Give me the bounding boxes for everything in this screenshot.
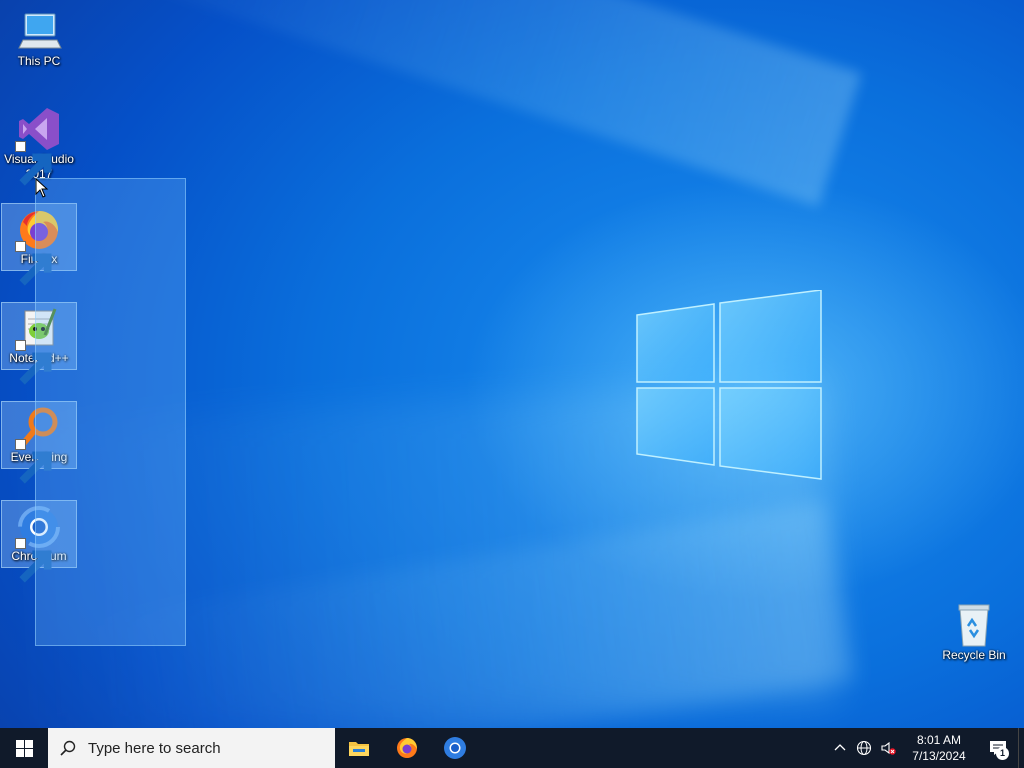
chromium-icon bbox=[444, 737, 466, 759]
taskbar: 8:01 AM 7/13/2024 1 bbox=[0, 728, 1024, 768]
action-center-button[interactable]: 1 bbox=[978, 728, 1018, 768]
desktop-background[interactable]: This PC Visual Studio 2017 Firefox Notep… bbox=[0, 0, 1024, 728]
taskbar-app-firefox[interactable] bbox=[383, 728, 431, 768]
tray-network[interactable] bbox=[852, 728, 876, 768]
windows-logo-wallpaper bbox=[636, 290, 822, 480]
light-beam bbox=[75, 501, 855, 728]
show-desktop-button[interactable] bbox=[1018, 728, 1024, 768]
desktop-icon-label: Recycle Bin bbox=[942, 648, 1006, 662]
taskbar-search-box[interactable] bbox=[48, 728, 335, 768]
desktop-icon-label: This PC bbox=[17, 54, 61, 68]
recycle-bin-icon bbox=[950, 602, 998, 648]
chevron-up-icon bbox=[834, 744, 846, 751]
clock-date: 7/13/2024 bbox=[912, 749, 966, 763]
file-explorer-icon bbox=[349, 742, 369, 756]
volume-muted-icon bbox=[881, 741, 896, 755]
light-beam bbox=[76, 0, 862, 207]
taskbar-app-file-explorer[interactable] bbox=[335, 728, 383, 768]
system-tray: 8:01 AM 7/13/2024 1 bbox=[828, 728, 1024, 768]
search-input[interactable] bbox=[86, 738, 320, 758]
visual-studio-icon bbox=[15, 106, 63, 186]
mouse-cursor-icon bbox=[35, 178, 49, 198]
notification-count-badge: 1 bbox=[996, 747, 1009, 760]
shortcut-arrow-icon bbox=[15, 241, 52, 286]
shortcut-arrow-icon bbox=[15, 141, 52, 186]
desktop-icon-visual-studio[interactable]: Visual Studio 2017 bbox=[1, 104, 77, 186]
desktop-icon-this-pc[interactable]: This PC bbox=[1, 6, 77, 74]
tray-overflow-button[interactable] bbox=[828, 728, 852, 768]
firefox-icon bbox=[397, 738, 417, 758]
windows-start-icon bbox=[15, 739, 33, 757]
network-globe-icon bbox=[856, 740, 872, 756]
desktop-icon-recycle-bin[interactable]: Recycle Bin bbox=[936, 600, 1012, 668]
shortcut-arrow-icon bbox=[15, 439, 52, 484]
clock-time: 8:01 AM bbox=[916, 733, 962, 747]
selection-rectangle bbox=[35, 178, 186, 646]
taskbar-clock[interactable]: 8:01 AM 7/13/2024 bbox=[904, 732, 974, 764]
taskbar-app-chromium[interactable] bbox=[431, 728, 479, 768]
start-button[interactable] bbox=[0, 728, 48, 768]
shortcut-arrow-icon bbox=[15, 340, 52, 385]
shortcut-arrow-icon bbox=[15, 538, 52, 583]
this-pc-icon bbox=[15, 8, 63, 54]
search-icon bbox=[60, 740, 76, 756]
tray-volume[interactable] bbox=[876, 728, 900, 768]
